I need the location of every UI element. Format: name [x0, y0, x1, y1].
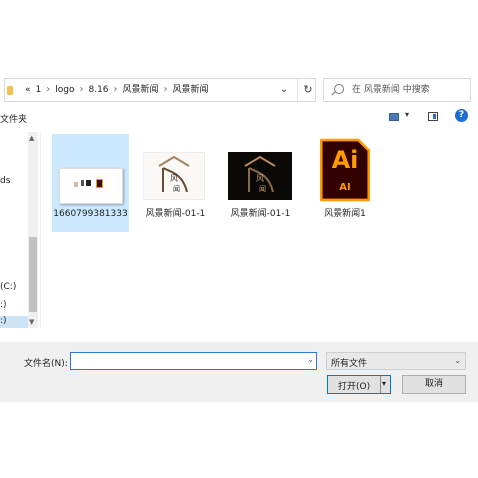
file-item-logo-dark[interactable]: 风 闻 风景新闻-01-1	[222, 134, 299, 232]
svg-text:闻: 闻	[259, 184, 266, 193]
dialog-footer: 文件名(N): ⌄ 所有文件 ⌄ 打开(O) ▾ 取消	[0, 342, 478, 402]
breadcrumb-overflow[interactable]: «	[25, 79, 31, 101]
toolbar: 文件夹 ▾ ?	[0, 108, 478, 130]
ai-icon-sublabel: AI	[339, 182, 351, 193]
breadcrumb-item-current[interactable]: 风景新闻	[173, 79, 209, 101]
search-input[interactable]	[352, 82, 462, 98]
svg-text:闻: 闻	[173, 184, 180, 193]
chevron-right-icon[interactable]: ›	[46, 79, 50, 101]
breadcrumb-item-8-16[interactable]: 8.16	[88, 79, 108, 101]
address-bar-row: « 1 › logo › 8.16 › 风景新闻 › 风景新闻 ⌄ ↻	[0, 78, 478, 104]
view-icon[interactable]	[389, 113, 399, 121]
filename-input[interactable]	[73, 354, 298, 368]
svg-text:风: 风	[256, 174, 264, 183]
breadcrumb: « 1 › logo › 8.16 › 风景新闻 › 风景新闻	[25, 79, 214, 101]
svg-text:风: 风	[170, 174, 178, 183]
nav-item-downloads[interactable]: ds	[0, 176, 10, 186]
nav-scrollbar[interactable]: ▲ ▼	[28, 132, 38, 328]
ai-icon-label: Ai	[331, 146, 359, 174]
logo-light-thumbnail: 风 闻	[143, 152, 205, 200]
refresh-icon[interactable]: ↻	[297, 79, 318, 101]
open-button[interactable]: 打开(O) ▾	[327, 375, 391, 394]
open-button-label: 打开(O)	[338, 382, 371, 392]
nav-item-drive-c[interactable]: (C:)	[0, 282, 16, 292]
breadcrumb-item-logo[interactable]: logo	[55, 79, 74, 101]
preview-pane-icon[interactable]	[428, 112, 438, 121]
filetype-select[interactable]: 所有文件 ⌄	[326, 352, 466, 370]
chevron-right-icon[interactable]: ›	[164, 79, 168, 101]
filetype-value: 所有文件	[331, 359, 368, 369]
breadcrumb-item-1[interactable]: 1	[36, 79, 42, 101]
address-bar[interactable]: « 1 › logo › 8.16 › 风景新闻 › 风景新闻 ⌄ ↻	[4, 78, 316, 102]
scroll-up-icon[interactable]: ▲	[29, 134, 34, 142]
help-icon[interactable]: ?	[455, 109, 468, 122]
filename-label: 文件名(N):	[24, 359, 68, 369]
split-divider	[380, 376, 381, 393]
open-dropdown-icon[interactable]: ▾	[382, 379, 386, 388]
chevron-right-icon[interactable]: ›	[114, 79, 118, 101]
folder-icon	[7, 86, 13, 95]
nav-item-drive-d[interactable]: :)	[0, 300, 7, 310]
chevron-down-icon[interactable]: ⌄	[307, 355, 314, 364]
breadcrumb-item-folder[interactable]: 风景新闻	[123, 79, 159, 101]
navigation-pane: ds (C:) :) :) ▲ ▼	[0, 132, 41, 328]
file-name: 风景新闻-01-1	[230, 209, 291, 219]
scrollbar-thumb[interactable]	[29, 237, 37, 312]
search-box[interactable]	[323, 78, 471, 102]
file-item-logo-light[interactable]: 风 闻 风景新闻-01-1	[137, 134, 214, 232]
illustrator-file-icon: Ai AI	[319, 138, 371, 202]
filename-field[interactable]: ⌄	[70, 352, 317, 370]
file-name: 1660799381333	[53, 209, 128, 219]
file-name: 风景新闻-01-1	[145, 209, 206, 219]
cancel-button[interactable]: 取消	[402, 375, 466, 394]
logo-dark-thumbnail: 风 闻	[228, 152, 292, 200]
file-name: 风景新闻1	[324, 209, 366, 219]
chevron-down-icon: ⌄	[454, 356, 461, 365]
nav-item-drive-selected[interactable]: :)	[0, 316, 28, 328]
search-icon	[334, 84, 344, 94]
chevron-down-icon[interactable]: ⌄	[275, 79, 293, 101]
chevron-right-icon[interactable]: ›	[79, 79, 83, 101]
scroll-down-icon[interactable]: ▼	[29, 318, 34, 326]
file-item-ai[interactable]: Ai AI 风景新闻1	[309, 134, 381, 232]
file-item-image[interactable]: 1660799381333	[52, 134, 129, 232]
open-file-dialog: « 1 › logo › 8.16 › 风景新闻 › 风景新闻 ⌄ ↻ 文件夹 …	[0, 70, 478, 402]
view-dropdown-icon[interactable]: ▾	[405, 110, 409, 119]
new-folder-button[interactable]: 文件夹	[0, 112, 27, 125]
image-thumbnail	[59, 168, 123, 204]
